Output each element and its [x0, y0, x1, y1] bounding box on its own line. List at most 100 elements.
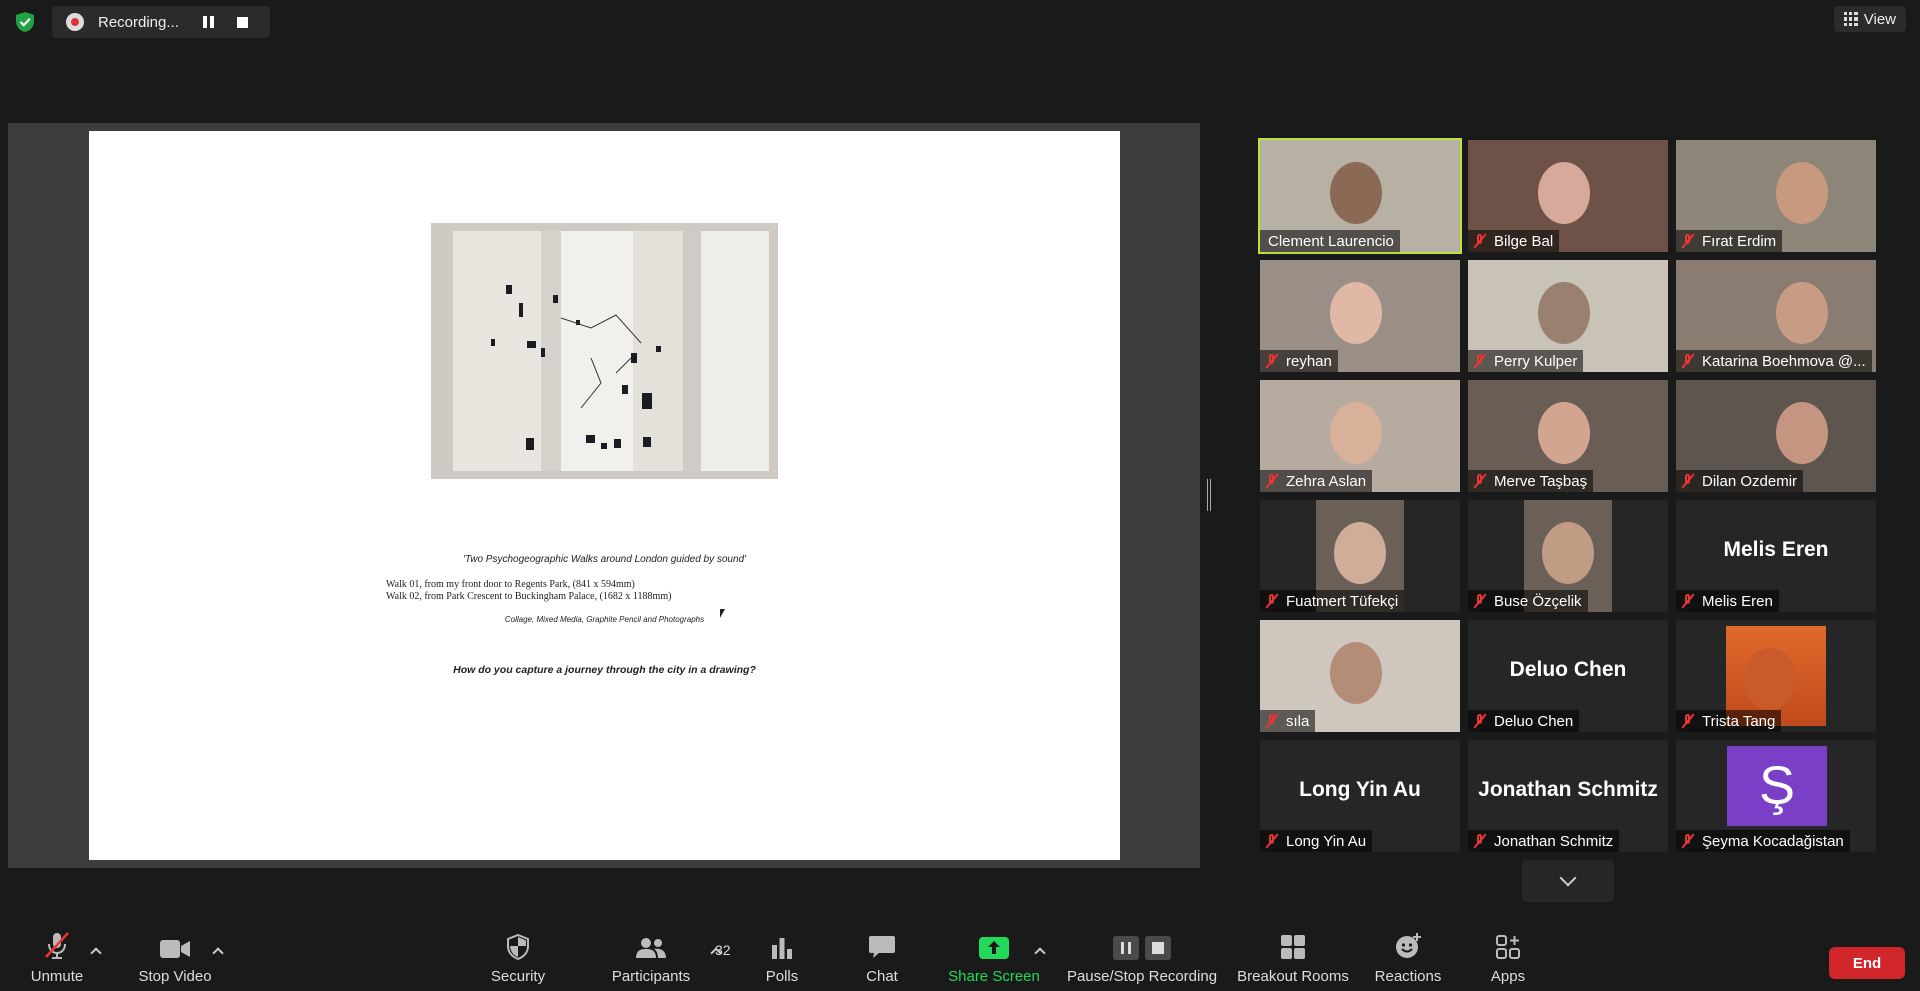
- participant-face: [1330, 402, 1382, 464]
- breakout-rooms-icon: [1281, 935, 1305, 959]
- recording-dot-icon: [66, 13, 84, 31]
- participant-display-name: Long Yin Au: [1299, 778, 1421, 801]
- muted-microphone-icon: [1680, 713, 1696, 729]
- apps-button[interactable]: Apps: [1480, 930, 1536, 991]
- participant-name: Melis Eren: [1702, 592, 1773, 610]
- unmute-button[interactable]: Unmute: [20, 930, 94, 991]
- chat-label: Chat: [866, 968, 898, 985]
- share-screen-arrow-icon: [979, 937, 1009, 959]
- muted-microphone-icon: [1680, 353, 1696, 369]
- participant-tile[interactable]: Katarina Boehmova @...: [1676, 260, 1876, 372]
- participant-name: Buse Özçelik: [1494, 592, 1582, 610]
- encryption-shield-icon[interactable]: [14, 11, 36, 33]
- panel-splitter-handle[interactable]: [1207, 479, 1211, 511]
- participant-tile[interactable]: Fırat Erdim: [1676, 140, 1876, 252]
- share-screen-button[interactable]: Share Screen: [944, 930, 1044, 991]
- mouse-cursor-icon: [720, 609, 725, 618]
- recording-indicator: Recording...: [52, 6, 270, 38]
- slide-walks: Walk 01, from my front door to Regents P…: [386, 579, 671, 603]
- participant-face: [1776, 162, 1828, 224]
- participant-display-name: Deluo Chen: [1509, 658, 1627, 681]
- participant-face: [1776, 282, 1828, 344]
- pause-icon: [202, 16, 214, 28]
- participant-name-tag: Clement Laurencio: [1260, 230, 1400, 252]
- participant-name: Trista Tang: [1702, 712, 1776, 730]
- end-meeting-button[interactable]: End: [1829, 947, 1905, 979]
- participant-avatar: Ş: [1727, 746, 1827, 826]
- participant-display-name: Jonathan Schmitz: [1478, 778, 1658, 801]
- participant-face: [1538, 282, 1590, 344]
- security-button[interactable]: Security: [478, 930, 558, 991]
- participant-name: Deluo Chen: [1494, 712, 1574, 730]
- pause-stop-recording-button[interactable]: Pause/Stop Recording: [1064, 930, 1220, 991]
- participant-tile[interactable]: Jonathan Schmitz Jonathan Schmitz: [1468, 740, 1668, 852]
- participant-tile[interactable]: reyhan: [1260, 260, 1460, 372]
- chat-bubble-icon: [869, 936, 895, 958]
- participant-name-tag: Buse Özçelik: [1468, 590, 1588, 612]
- participant-name: Long Yin Au: [1286, 832, 1367, 850]
- participant-name-tag: Perry Kulper: [1468, 350, 1584, 372]
- participant-name: Fuatmert Tüfekçi: [1286, 592, 1399, 610]
- participant-tile[interactable]: Trista Tang: [1676, 620, 1876, 732]
- participant-tile[interactable]: Zehra Aslan: [1260, 380, 1460, 492]
- participant-name-tag: Fırat Erdim: [1676, 230, 1783, 252]
- participant-name-tag: Jonathan Schmitz: [1468, 830, 1620, 852]
- participant-face: [1542, 522, 1594, 584]
- participant-name-tag: Zehra Aslan: [1260, 470, 1373, 492]
- participant-tile[interactable]: Bilge Bal: [1468, 140, 1668, 252]
- polls-button[interactable]: Polls: [750, 930, 814, 991]
- chevron-down-icon: [1559, 869, 1577, 887]
- participant-tile[interactable]: Deluo Chen Deluo Chen: [1468, 620, 1668, 732]
- breakout-rooms-button[interactable]: Breakout Rooms: [1234, 930, 1352, 991]
- muted-microphone-icon: [1472, 593, 1488, 609]
- reactions-button[interactable]: Reactions: [1370, 930, 1446, 991]
- participant-name-tag: sıla: [1260, 710, 1316, 732]
- slide-walk-1: Walk 01, from my front door to Regents P…: [386, 579, 635, 590]
- participant-name-tag: Dilan Ozdemir: [1676, 470, 1804, 492]
- shared-screen[interactable]: 'Two Psychogeographic Walks around Londo…: [8, 123, 1200, 868]
- grid-view-icon: [1843, 12, 1858, 26]
- participant-name-tag: Long Yin Au: [1260, 830, 1373, 852]
- muted-microphone-icon: [1472, 353, 1488, 369]
- pause-recording-button[interactable]: [194, 10, 222, 34]
- muted-microphone-icon: [1264, 713, 1280, 729]
- participant-tile[interactable]: Fuatmert Tüfekçi: [1260, 500, 1460, 612]
- participant-name: Merve Taşbaş: [1494, 472, 1588, 490]
- chat-button[interactable]: Chat: [852, 930, 912, 991]
- microphone-muted-icon: [45, 932, 69, 959]
- participant-name: Fırat Erdim: [1702, 232, 1777, 250]
- muted-microphone-icon: [1264, 593, 1280, 609]
- participant-tile[interactable]: Long Yin Au Long Yin Au: [1260, 740, 1460, 852]
- participant-name-tag: Merve Taşbaş: [1468, 470, 1594, 492]
- next-page-button[interactable]: [1522, 860, 1614, 902]
- muted-microphone-icon: [1680, 833, 1696, 849]
- slide-caption: 'Two Psychogeographic Walks around Londo…: [462, 554, 747, 565]
- participant-tile[interactable]: Perry Kulper: [1468, 260, 1668, 372]
- participant-face: [1538, 162, 1590, 224]
- view-button[interactable]: View: [1833, 6, 1906, 32]
- participant-tile[interactable]: sıla: [1260, 620, 1460, 732]
- participant-display-name: Melis Eren: [1723, 538, 1829, 561]
- participant-tile[interactable]: Clement Laurencio: [1258, 138, 1462, 254]
- stop-recording-button[interactable]: [228, 10, 256, 34]
- participant-name: Katarina Boehmova @...: [1702, 352, 1866, 370]
- participant-name-tag: reyhan: [1260, 350, 1338, 372]
- polls-label: Polls: [765, 968, 799, 985]
- participant-tile[interactable]: Buse Özçelik: [1468, 500, 1668, 612]
- participant-tile[interactable]: Ş Şeyma Kocadağistan: [1676, 740, 1876, 852]
- participant-name: sıla: [1286, 712, 1310, 730]
- participants-label: Participants: [611, 968, 691, 985]
- slide-question: How do you capture a journey through the…: [453, 664, 756, 676]
- participant-tile[interactable]: Dilan Ozdemir: [1676, 380, 1876, 492]
- participants-icon: [636, 938, 666, 958]
- zoom-meeting-window: Recording... View 'Two Psychogeographic …: [0, 0, 1920, 991]
- participant-face: [1330, 282, 1382, 344]
- muted-microphone-icon: [1472, 473, 1488, 489]
- reactions-emoji-icon: [1396, 933, 1421, 958]
- stop-video-label: Stop Video: [138, 968, 212, 985]
- muted-microphone-icon: [1264, 353, 1280, 369]
- stop-video-button[interactable]: Stop Video: [130, 930, 220, 991]
- participant-tile[interactable]: Melis Eren Melis Eren: [1676, 500, 1876, 612]
- participants-button[interactable]: 32 Participants: [592, 930, 731, 991]
- participant-tile[interactable]: Merve Taşbaş: [1468, 380, 1668, 492]
